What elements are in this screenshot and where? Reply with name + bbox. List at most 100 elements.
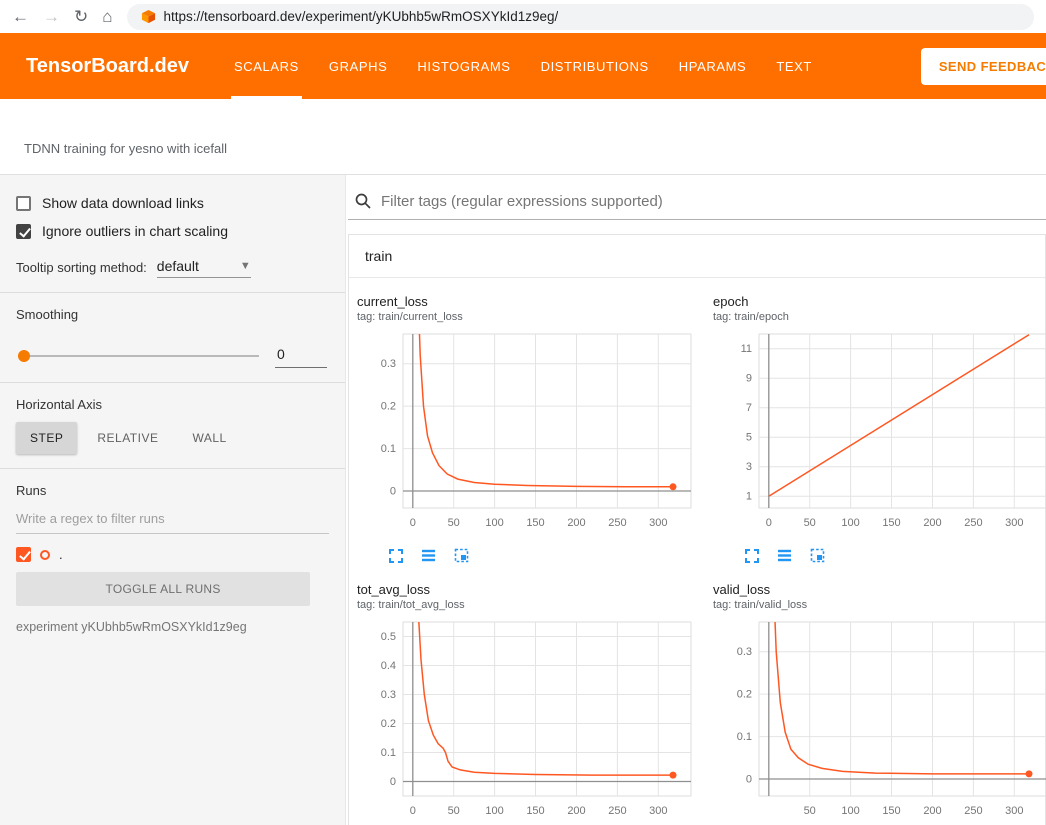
home-icon[interactable]: ⌂ [102, 8, 112, 25]
ignore-outliers-row[interactable]: Ignore outliers in chart scaling [16, 223, 329, 239]
run-row[interactable]: . [16, 547, 329, 562]
log-scale-icon[interactable] [420, 547, 437, 564]
svg-text:100: 100 [841, 805, 859, 817]
svg-text:0: 0 [390, 486, 396, 498]
chart-canvas[interactable]: 5010015020025030000.10.20.3 [713, 617, 1046, 823]
chart-tag: tag: train/tot_avg_loss [357, 599, 707, 611]
tensorboard-header: TensorBoard.dev SCALARS GRAPHS HISTOGRAM… [0, 33, 1046, 99]
run-name: . [59, 547, 63, 562]
horizontal-axis-buttons: STEP RELATIVE WALL [16, 422, 329, 454]
svg-text:50: 50 [804, 805, 816, 817]
svg-text:150: 150 [882, 517, 900, 529]
train-section-card: train current_losstag: train/current_los… [348, 234, 1046, 825]
chevron-down-icon: ▼ [240, 260, 251, 272]
chart-title: valid_loss [713, 582, 1046, 597]
tab-scalars[interactable]: SCALARS [219, 33, 314, 99]
smoothing-label: Smoothing [16, 307, 329, 322]
run-checkbox[interactable] [16, 547, 31, 562]
svg-text:0.3: 0.3 [381, 689, 396, 701]
back-icon[interactable]: ← [12, 8, 29, 25]
tab-hparams[interactable]: HPARAMS [664, 33, 762, 99]
show-download-links-row[interactable]: Show data download links [16, 195, 329, 211]
address-bar[interactable]: https://tensorboard.dev/experiment/yKUbh… [127, 4, 1034, 30]
chart-canvas[interactable]: 0501001502002503001357911 [713, 329, 1046, 535]
svg-text:0: 0 [746, 774, 752, 786]
svg-text:50: 50 [804, 517, 816, 529]
chart-plot[interactable]: 05010015020025030000.10.20.3 [357, 329, 707, 540]
svg-text:0.2: 0.2 [381, 718, 396, 730]
svg-text:150: 150 [882, 805, 900, 817]
tab-histograms[interactable]: HISTOGRAMS [402, 33, 525, 99]
search-icon [354, 192, 372, 210]
fit-domain-icon[interactable] [809, 547, 826, 564]
scalars-dashboard: train current_losstag: train/current_los… [346, 175, 1046, 825]
axis-relative-button[interactable]: RELATIVE [83, 422, 172, 454]
svg-text:100: 100 [485, 805, 503, 817]
tag-filter-input[interactable] [381, 193, 1042, 210]
tab-graphs[interactable]: GRAPHS [314, 33, 403, 99]
horizontal-axis-label: Horizontal Axis [16, 397, 329, 412]
runs-filter-input[interactable] [16, 504, 329, 534]
svg-text:0.1: 0.1 [737, 731, 752, 743]
svg-text:0: 0 [410, 805, 416, 817]
tab-text[interactable]: TEXT [761, 33, 827, 99]
svg-text:0.5: 0.5 [381, 631, 396, 643]
toggle-all-runs-button[interactable]: TOGGLE ALL RUNS [16, 572, 310, 606]
svg-text:50: 50 [448, 805, 460, 817]
svg-text:250: 250 [964, 805, 982, 817]
train-section-header[interactable]: train [349, 235, 1045, 278]
content-area: Show data download links Ignore outliers… [0, 175, 1046, 825]
chart-plot[interactable]: 05010015020025030000.10.20.30.40.5 [357, 617, 707, 825]
chart-plot[interactable]: 5010015020025030000.10.20.3 [713, 617, 1046, 825]
svg-text:200: 200 [567, 805, 585, 817]
smoothing-control: 0 [18, 344, 327, 368]
chart-card-tot_avg_loss: tot_avg_loss tag: train/tot_avg_loss 0 50 10… [351, 582, 707, 825]
chart-tag: tag: train/epoch [713, 311, 1046, 323]
svg-text:250: 250 [608, 805, 626, 817]
tooltip-sorting-select[interactable]: default ▼ [157, 257, 251, 278]
chart-plot[interactable]: 0501001502002503001357911 [713, 329, 1046, 540]
svg-text:0.1: 0.1 [381, 747, 396, 759]
svg-text:300: 300 [649, 517, 667, 529]
chart-canvas[interactable]: 05010015020025030000.10.20.3 [357, 329, 699, 535]
reload-icon[interactable]: ↻ [74, 8, 88, 25]
svg-text:7: 7 [746, 402, 752, 414]
charts-grid: current_losstag: train/current_loss05010… [349, 278, 1045, 825]
chart-toolbar [713, 540, 1046, 564]
svg-text:100: 100 [841, 517, 859, 529]
smoothing-value[interactable]: 0 [275, 344, 327, 368]
svg-text:0.3: 0.3 [737, 646, 752, 658]
axis-step-button[interactable]: STEP [16, 422, 77, 454]
fit-domain-icon[interactable] [453, 547, 470, 564]
chart-toolbar [357, 540, 707, 564]
ignore-outliers-checkbox[interactable] [16, 224, 31, 239]
log-scale-icon[interactable] [776, 547, 793, 564]
chart-card-epoch: epochtag: train/epoch0501001502002503001… [707, 294, 1046, 564]
tab-distributions[interactable]: DISTRIBUTIONS [526, 33, 664, 99]
axis-wall-button[interactable]: WALL [178, 422, 240, 454]
forward-icon[interactable]: → [43, 8, 60, 25]
chart-tag: tag: train/valid_loss [713, 599, 1046, 611]
send-feedback-button[interactable]: SEND FEEDBACK [921, 48, 1046, 85]
svg-text:250: 250 [964, 517, 982, 529]
tooltip-sorting-label: Tooltip sorting method: [16, 260, 147, 278]
svg-text:150: 150 [526, 805, 544, 817]
expand-chart-icon[interactable] [387, 547, 404, 564]
expand-chart-icon[interactable] [743, 547, 760, 564]
svg-text:3: 3 [746, 461, 752, 473]
chart-canvas[interactable]: 05010015020025030000.10.20.30.40.5 [357, 617, 699, 823]
svg-text:0: 0 [410, 517, 416, 529]
svg-text:0.3: 0.3 [381, 358, 396, 370]
svg-text:300: 300 [1005, 517, 1023, 529]
svg-text:0: 0 [766, 517, 772, 529]
smoothing-slider[interactable] [18, 355, 259, 357]
svg-text:250: 250 [608, 517, 626, 529]
svg-text:300: 300 [649, 805, 667, 817]
chart-title: tot_avg_loss [357, 582, 707, 597]
browser-window: ← → ↻ ⌂ https://tensorboard.dev/experime… [0, 0, 1046, 825]
divider [0, 292, 345, 293]
show-download-links-checkbox[interactable] [16, 196, 31, 211]
experiment-id-caption: experiment yKUbhb5wRmOSXYkId1z9eg [16, 620, 329, 634]
smoothing-slider-thumb[interactable] [18, 350, 30, 362]
svg-text:0.2: 0.2 [737, 689, 752, 701]
